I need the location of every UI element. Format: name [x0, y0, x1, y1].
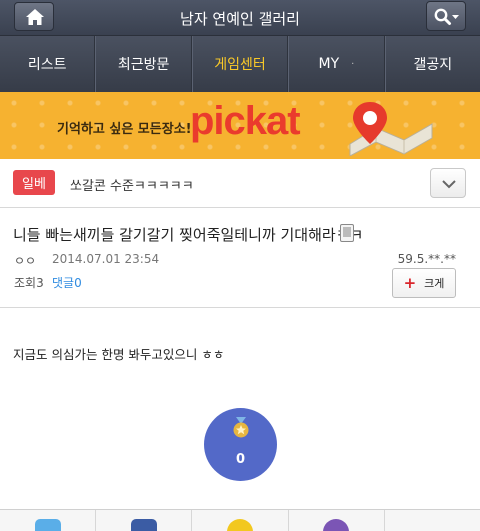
- nav-label: 최근방문: [117, 57, 170, 73]
- mobile-icon: [340, 224, 354, 242]
- facebook-icon: [130, 519, 157, 531]
- ad-banner[interactable]: 기억하고 싶은 모든장소! pickat: [0, 92, 480, 159]
- article-title: 니들 빠는새끼들 갈기갈기 찢어죽일테니까 기대해라ㅋㅋ: [13, 226, 364, 244]
- plus-icon: +: [403, 274, 417, 292]
- share-kakaostory[interactable]: [289, 510, 385, 531]
- nav-item-game-center[interactable]: 게임센터: [191, 36, 289, 92]
- map-pin-icon: [349, 102, 433, 156]
- enlarge-label: 크게: [424, 277, 445, 290]
- nav-item-my[interactable]: MY ·: [288, 36, 385, 92]
- category-row: 일베 쏘갈콘 수준ㅋㅋㅋㅋㅋ: [0, 159, 480, 208]
- pickat-logo: pickat: [190, 99, 301, 143]
- category-badge[interactable]: 일베: [13, 170, 55, 195]
- more-icon: [419, 519, 445, 531]
- article-date: 2014.07.01 23:54: [52, 252, 160, 266]
- main-nav: 리스트 최근방문 게임센터 MY · 갤공지: [0, 35, 480, 92]
- share-twitter[interactable]: [0, 510, 97, 531]
- share-bar: [0, 509, 480, 531]
- twitter-icon: [34, 519, 61, 531]
- dropdown-caret-icon: [452, 15, 459, 19]
- top-header: 남자 연예인 갤러리: [0, 0, 480, 35]
- nav-label: MY: [318, 56, 340, 72]
- share-facebook[interactable]: [96, 510, 193, 531]
- article-text: 지금도 의심가는 한명 봐두고있으니 ㅎㅎ: [13, 347, 225, 362]
- article-header: 니들 빠는새끼들 갈기갈기 찢어죽일테니까 기대해라ㅋㅋ ㅇㅇ 2014.07.…: [0, 208, 480, 308]
- expand-button[interactable]: [430, 168, 466, 198]
- article-views: 조회3: [14, 276, 44, 290]
- nav-label: 리스트: [27, 57, 67, 73]
- category-text: 쏘갈콘 수준ㅋㅋㅋㅋㅋ: [70, 179, 194, 194]
- nav-dot: ·: [351, 58, 355, 70]
- share-more[interactable]: [385, 510, 480, 531]
- nav-label: 게임센터: [214, 57, 266, 73]
- gallery-title: 남자 연예인 갤러리: [180, 10, 300, 28]
- chevron-down-icon: [442, 180, 456, 189]
- nav-label: 갤공지: [413, 57, 453, 73]
- share-kakaotalk[interactable]: [192, 510, 289, 531]
- banner-slogan: 기억하고 싶은 모든장소!: [57, 122, 192, 137]
- search-button[interactable]: [426, 1, 466, 31]
- nav-item-recent[interactable]: 최근방문: [95, 36, 192, 92]
- recommend-count: 0: [235, 452, 246, 467]
- enlarge-button[interactable]: + 크게: [392, 268, 456, 298]
- nav-item-notice[interactable]: 갤공지: [384, 36, 480, 92]
- kakaotalk-icon: [227, 519, 253, 531]
- kakaostory-icon: [323, 519, 350, 531]
- nav-item-list[interactable]: 리스트: [0, 36, 96, 92]
- search-icon: [434, 8, 459, 25]
- article-body: 지금도 의심가는 한명 봐두고있으니 ㅎㅎ 0: [0, 309, 480, 531]
- recommend-button[interactable]: 0: [204, 408, 277, 481]
- article-comments[interactable]: 댓글0: [52, 274, 82, 291]
- article-author[interactable]: ㅇㅇ: [14, 252, 36, 269]
- article-ip: 59.5.**.**: [397, 252, 456, 266]
- medal-icon: [233, 417, 249, 438]
